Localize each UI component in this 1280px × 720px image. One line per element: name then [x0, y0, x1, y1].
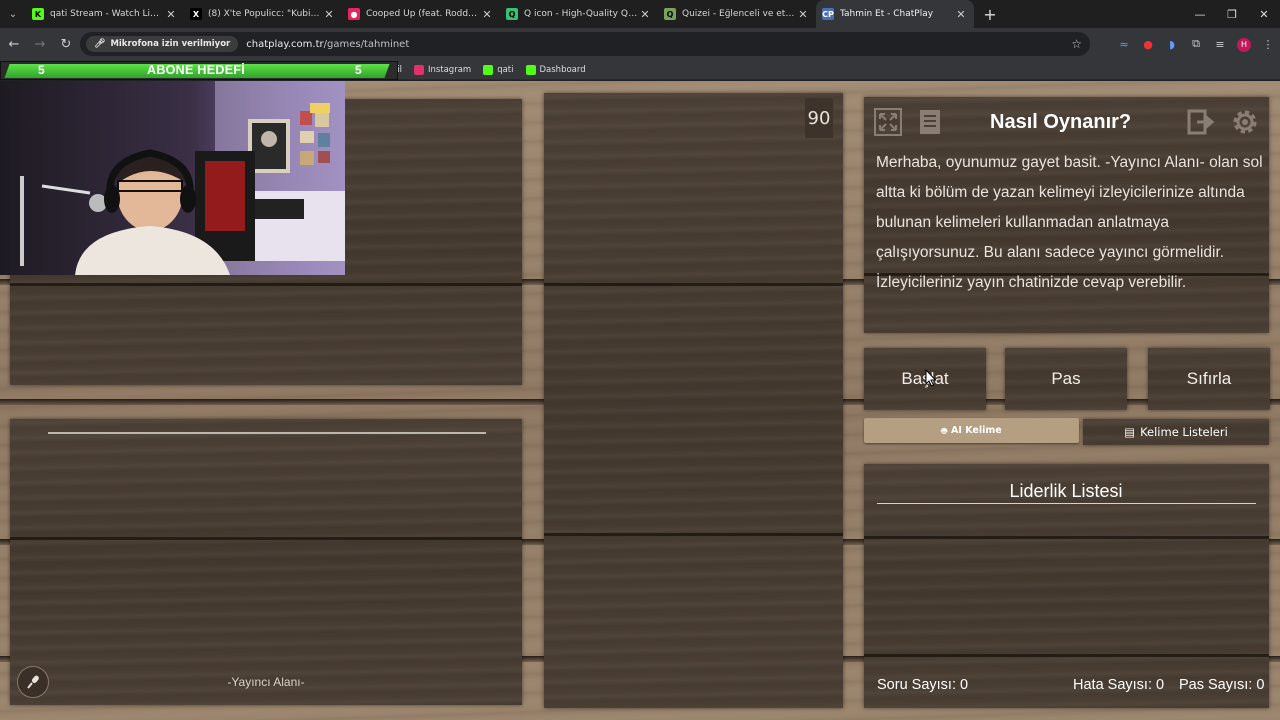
timer: 90 — [805, 98, 833, 138]
mouse-cursor-icon — [925, 369, 937, 387]
browser-toolbar: ← → ↻ 🎤︎ Mikrofona izin verilmiyor chatp… — [0, 28, 1280, 60]
url-text[interactable]: chatplay.com.tr/games/tahminet — [246, 39, 409, 50]
back-icon[interactable]: ← — [2, 32, 26, 56]
mic-blocked-icon: 🎤︎ — [94, 39, 106, 49]
word-lists-button[interactable]: ▤ Kelime Listeleri — [1083, 419, 1269, 445]
tab-close-icon[interactable]: ✕ — [638, 8, 652, 21]
goal-target: 5 — [355, 63, 362, 77]
leaderboard-title: Liderlik Listesi — [1009, 481, 1123, 501]
goal-label: ABONE HEDEFİ — [147, 63, 246, 77]
tab-strip: ⌄ Kqati Stream - Watch Live on Kick✕X(8)… — [0, 0, 1280, 28]
document-icon[interactable] — [913, 105, 947, 139]
permission-label: Mikrofona izin verilmiyor — [110, 39, 231, 49]
goal-current: 5 — [38, 63, 45, 77]
tab-close-icon[interactable]: ✕ — [954, 8, 968, 21]
tab-title: qati Stream - Watch Live on Kick — [50, 9, 164, 19]
window-controls: — ❐ ✕ — [1184, 0, 1280, 28]
tab-favicon-icon: K — [32, 8, 44, 20]
help-title: Nasıl Oynanır? — [990, 111, 1132, 133]
close-window-icon[interactable]: ✕ — [1248, 0, 1280, 28]
puzzle-icon[interactable]: ⧉ — [1184, 37, 1208, 51]
microphone-icon[interactable] — [17, 666, 49, 698]
tab-title: (8) X'te Populicc: "Kubilay Kaan — [208, 9, 322, 19]
ai-word-button[interactable]: 🤖︎ AI Kelime — [864, 418, 1079, 443]
leaderboard-divider — [877, 503, 1256, 504]
bookmark-item[interactable]: Dashboard — [525, 64, 586, 75]
forward-icon[interactable]: → — [28, 32, 52, 56]
mic-permission-chip[interactable]: 🎤︎ Mikrofona izin verilmiyor — [86, 36, 239, 52]
tab-favicon-icon: ● — [348, 8, 360, 20]
address-bar[interactable]: 🎤︎ Mikrofona izin verilmiyor chatplay.co… — [80, 32, 1090, 56]
bookmark-favicon-icon — [483, 64, 494, 75]
extensions-area: ≈ ● ◗ ⧉ ≡ H ⋮ — [1112, 32, 1280, 56]
robot-icon: 🤖︎ — [941, 425, 947, 437]
streamer-area-label: -Yayıncı Alanı- — [227, 675, 305, 689]
streamer-panel — [10, 419, 522, 705]
bookmark-item[interactable]: qati — [483, 64, 514, 75]
menu-icon[interactable]: ⋮ — [1256, 38, 1280, 51]
restore-icon[interactable]: ❐ — [1216, 0, 1248, 28]
bookmark-favicon-icon — [525, 64, 536, 75]
webcam-overlay — [0, 81, 345, 275]
question-count: Soru Sayısı: 0 — [877, 677, 969, 693]
tab-favicon-icon: Q — [664, 8, 676, 20]
extension-icon[interactable]: ◗ — [1160, 38, 1184, 51]
gear-icon[interactable] — [1228, 105, 1262, 139]
tab-favicon-icon: X — [190, 8, 202, 20]
pass-button[interactable]: Pas — [1005, 348, 1127, 410]
tab-close-icon[interactable]: ✕ — [322, 8, 336, 21]
tab-close-icon[interactable]: ✕ — [480, 8, 494, 21]
bookmark-label: Dashboard — [539, 64, 586, 75]
media-icon[interactable]: ≡ — [1208, 38, 1232, 51]
tab-search-icon[interactable]: ⌄ — [0, 0, 26, 28]
browser-tab[interactable]: Kqati Stream - Watch Live on Kick✕ — [26, 0, 184, 28]
extension-icon[interactable]: ≈ — [1112, 38, 1136, 51]
tab-title: Q icon - High-Quality Q-icon Down — [524, 9, 638, 19]
new-tab-button[interactable]: + — [978, 2, 1002, 26]
browser-tab[interactable]: Q Q icon - High-Quality Q-icon Down✕ — [500, 0, 658, 28]
reset-button[interactable]: Sıfırla — [1148, 348, 1270, 410]
document-icon: ▤ — [1124, 425, 1136, 439]
exit-icon[interactable] — [1185, 105, 1219, 139]
error-count: Hata Sayısı: 0 — [1073, 677, 1165, 693]
minimize-icon[interactable]: — — [1184, 0, 1216, 28]
bookmark-label: Instagram — [427, 64, 472, 75]
profile-avatar[interactable]: H — [1232, 37, 1256, 52]
tab-title: Quizei - Eğlenceli ve etkileşimli — [682, 9, 796, 19]
bookmark-label: qati — [497, 64, 514, 75]
help-text: Merhaba, oyunumuz gayet basit. -Yayıncı … — [876, 154, 1263, 291]
tab-title: Tahmin Et - ChatPlay — [840, 9, 934, 19]
forbidden-words-panel — [544, 93, 843, 708]
pass-count: Pas Sayısı: 0 — [1179, 677, 1265, 693]
tab-close-icon[interactable]: ✕ — [164, 8, 178, 21]
browser-tab[interactable]: X (8) X'te Populicc: "Kubilay Kaan✕ — [184, 0, 342, 28]
fullscreen-icon[interactable] — [871, 105, 905, 139]
bookmark-star-icon[interactable]: ☆ — [1071, 37, 1082, 51]
browser-tab[interactable]: CP Tahmin Et - ChatPlay ✕ — [816, 0, 974, 28]
streamer-divider — [48, 432, 486, 434]
bookmark-favicon-icon — [413, 64, 424, 75]
tab-title: Cooped Up (feat. Roddy Ricch) — [366, 9, 480, 19]
tab-favicon-icon: CP — [822, 8, 834, 20]
extension-icon[interactable]: ● — [1136, 38, 1160, 51]
browser-tab[interactable]: Q Quizei - Eğlenceli ve etkileşimli✕ — [658, 0, 816, 28]
tab-close-icon[interactable]: ✕ — [796, 8, 810, 21]
browser-tab[interactable]: ● Cooped Up (feat. Roddy Ricch)✕ — [342, 0, 500, 28]
reload-icon[interactable]: ↻ — [54, 32, 78, 56]
subscriber-goal-bar: 5 ABONE HEDEFİ 5 — [0, 61, 398, 80]
tab-favicon-icon: Q — [506, 8, 518, 20]
bookmark-item[interactable]: Instagram — [413, 64, 472, 75]
